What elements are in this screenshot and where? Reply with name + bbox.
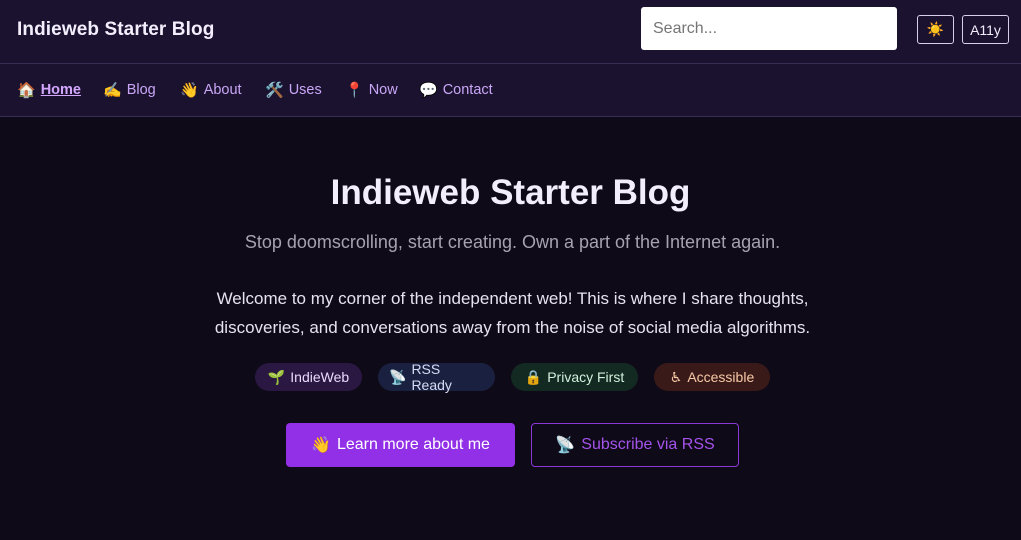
- nav-item-label: Uses: [288, 82, 322, 98]
- nav-item-home[interactable]: 🏠 Home: [17, 80, 81, 100]
- badge-indieweb: 🌱 IndieWeb: [255, 363, 362, 391]
- tools-icon: 🛠️: [265, 82, 284, 99]
- nav-item-label: Blog: [126, 82, 156, 98]
- nav-item-label: Home: [40, 82, 81, 98]
- site-title-link[interactable]: Indieweb Starter Blog: [17, 19, 214, 41]
- button-label: Learn more about me: [336, 436, 490, 453]
- badge-label: IndieWeb: [290, 369, 350, 385]
- theme-toggle-button[interactable]: ☀️: [917, 15, 954, 44]
- lock-icon: 🔒: [524, 368, 543, 385]
- subscribe-rss-button[interactable]: 📡 Subscribe via RSS: [531, 423, 739, 467]
- main-nav: 🏠 Home ✍️ Blog 👋 About 🛠️ Uses 📍 Now 💬 C…: [0, 64, 1021, 117]
- nav-item-about[interactable]: 👋 About: [180, 80, 242, 100]
- page-subtitle: Stop doomscrolling, start creating. Own …: [244, 232, 781, 252]
- nav-item-label: Now: [368, 82, 398, 98]
- waving-hand-icon: 👋: [180, 82, 199, 99]
- speech-bubble-icon: 💬: [419, 82, 438, 99]
- waving-hand-icon: 👋: [311, 437, 331, 454]
- nav-item-uses[interactable]: 🛠️ Uses: [265, 80, 322, 100]
- writing-hand-icon: ✍️: [103, 82, 122, 99]
- learn-more-button[interactable]: 👋 Learn more about me: [286, 423, 515, 467]
- search-input[interactable]: [641, 7, 897, 50]
- nav-item-label: About: [203, 82, 242, 98]
- nav-item-now[interactable]: 📍 Now: [345, 80, 398, 100]
- badge-label: Privacy First: [547, 369, 625, 385]
- page-title: Indieweb Starter Blog: [330, 173, 691, 212]
- badge-rss: 📡 RSS Ready: [378, 361, 495, 393]
- button-label: Subscribe via RSS: [581, 436, 715, 453]
- seedling-icon: 🌱: [267, 368, 286, 385]
- a11y-button[interactable]: A11y: [962, 15, 1009, 44]
- badge-label: Accessible: [687, 369, 755, 385]
- house-icon: 🏠: [17, 82, 36, 99]
- nav-item-label: Contact: [442, 82, 493, 98]
- pin-icon: 📍: [345, 82, 364, 99]
- nav-item-blog[interactable]: ✍️ Blog: [103, 80, 156, 100]
- satellite-icon: 📡: [389, 368, 407, 385]
- badge-label: RSS Ready: [411, 361, 452, 393]
- sun-icon: ☀️: [926, 21, 945, 37]
- site-header: Indieweb Starter Blog ☀️ A11y: [0, 0, 1021, 64]
- badge-accessible: ♿ Accessible: [654, 363, 770, 391]
- nav-item-contact[interactable]: 💬 Contact: [419, 80, 493, 100]
- satellite-icon: 📡: [555, 437, 576, 454]
- badge-privacy: 🔒 Privacy First: [511, 363, 638, 391]
- wheelchair-icon: ♿: [669, 368, 683, 385]
- intro-text: Welcome to my corner of the independent …: [214, 289, 811, 337]
